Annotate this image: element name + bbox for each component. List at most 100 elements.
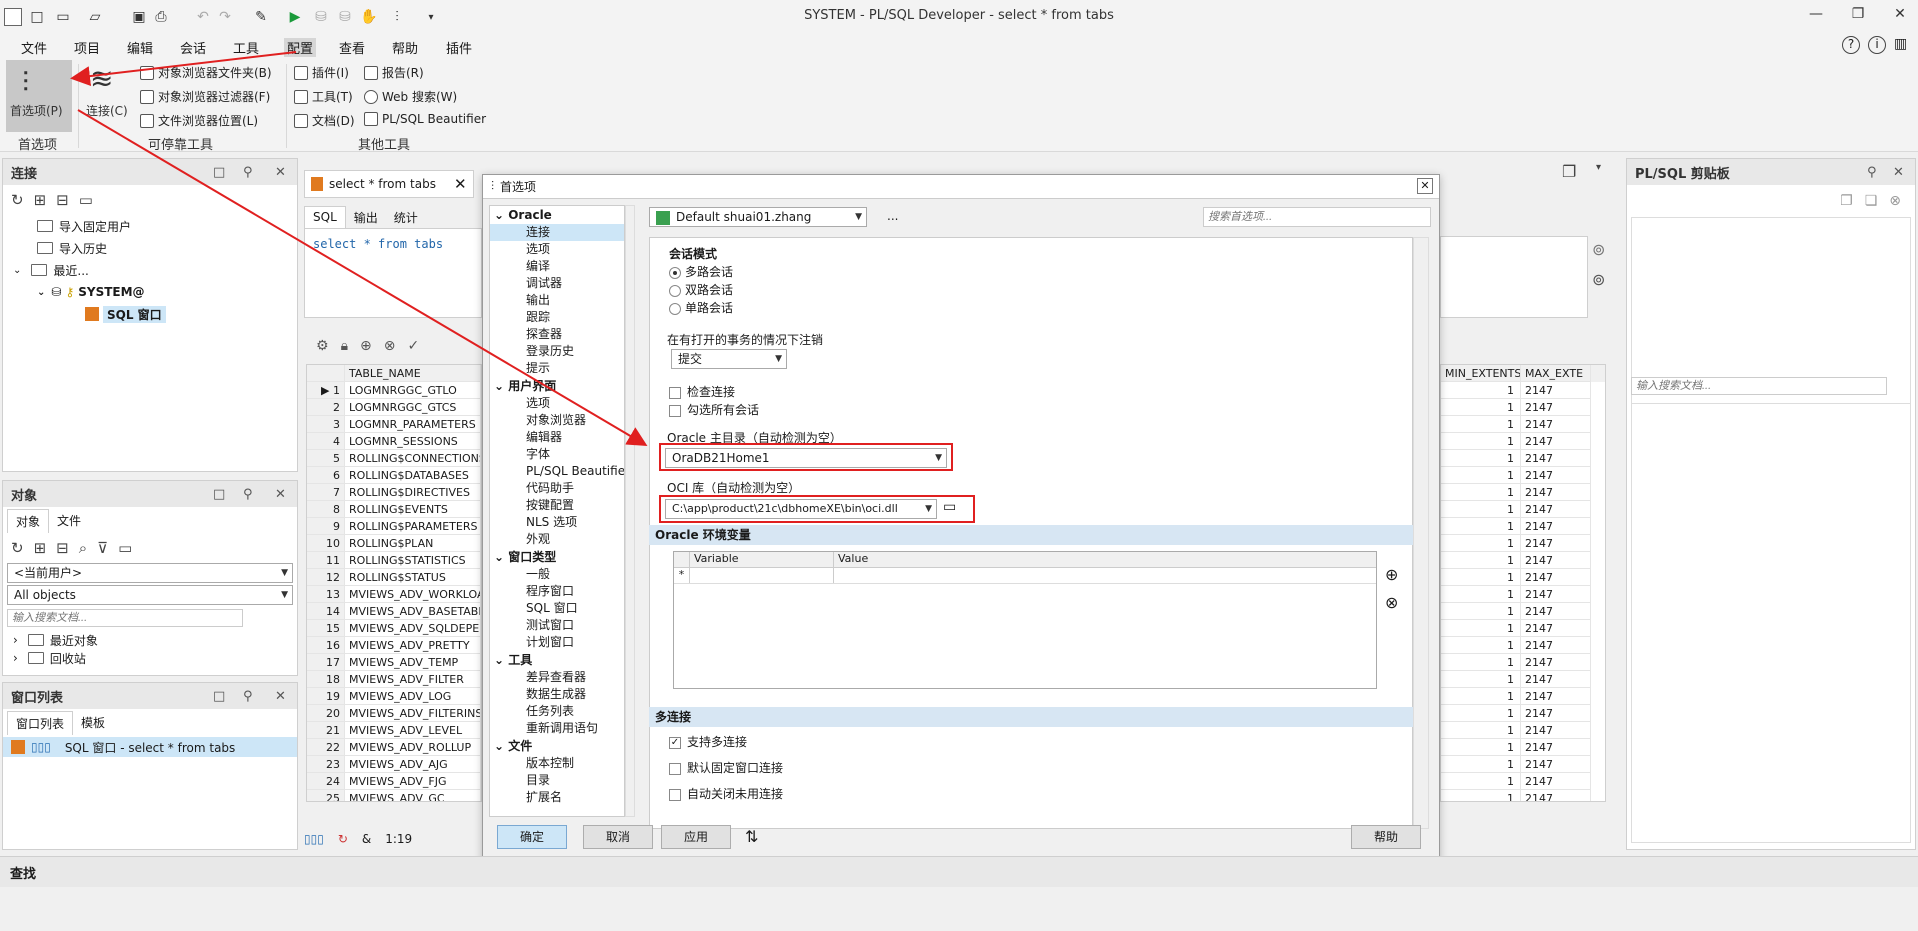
close-icon[interactable]: ✕ xyxy=(275,165,286,180)
table-row[interactable]: 6 ROLLING$DATABASES xyxy=(307,467,481,484)
min-extents-cell[interactable]: 1 xyxy=(1441,569,1521,586)
tree-item[interactable]: 重新调用语句 xyxy=(490,720,624,737)
table-name-cell[interactable]: ROLLING$DATABASES xyxy=(345,467,481,484)
remove-circle-icon[interactable]: ⊗ xyxy=(1385,593,1398,612)
table-row[interactable]: 8 ROLLING$EVENTS xyxy=(307,501,481,518)
menu-tools[interactable]: 工具 xyxy=(233,38,259,57)
tree-item[interactable]: 编辑器 xyxy=(490,429,624,446)
add-icon[interactable]: ⊞ xyxy=(34,191,47,209)
table-row[interactable]: ▶ 1 LOGMNRGGC_GTLO xyxy=(307,382,481,399)
table-row[interactable]: 1 2147 xyxy=(1441,552,1605,569)
table-row[interactable]: 1 2147 xyxy=(1441,739,1605,756)
table-row[interactable]: 1 2147 xyxy=(1441,671,1605,688)
table-name-cell[interactable]: MVIEWS_ADV_AJG xyxy=(345,756,481,773)
table-name-cell[interactable]: LOGMNR_PARAMETERS xyxy=(345,416,481,433)
tree-item[interactable]: 编译 xyxy=(490,258,624,275)
min-extents-cell[interactable]: 1 xyxy=(1441,399,1521,416)
table-name-cell[interactable]: ROLLING$STATISTICS xyxy=(345,552,481,569)
value-cell[interactable] xyxy=(834,568,1376,583)
table-row[interactable]: 2 LOGMNRGGC_GTCS xyxy=(307,399,481,416)
env-grid-row[interactable]: * xyxy=(674,568,1376,584)
reports-item[interactable]: 报告(R) xyxy=(364,64,424,81)
table-row[interactable]: 1 2147 xyxy=(1441,637,1605,654)
max-extents-cell[interactable]: 2147 xyxy=(1521,773,1591,790)
chevron-down-icon[interactable]: ⌄ xyxy=(13,265,21,276)
table-row[interactable]: 20 MVIEWS_ADV_FILTERINST xyxy=(307,705,481,722)
layers-icon[interactable]: ≋ xyxy=(90,62,113,95)
tree-section[interactable]: ⌄ Oracle xyxy=(490,206,624,224)
tab-objects[interactable]: 对象 xyxy=(7,509,50,533)
user-select[interactable]: <当前用户> ▼ xyxy=(7,563,293,583)
min-extents-cell[interactable]: 1 xyxy=(1441,535,1521,552)
delete-row-icon[interactable]: ⊗ xyxy=(384,338,396,354)
copy-icon[interactable]: ❐ xyxy=(1840,193,1853,209)
table-row[interactable]: 1 2147 xyxy=(1441,688,1605,705)
table-row[interactable]: 10 ROLLING$PLAN xyxy=(307,535,481,552)
table-name-cell[interactable]: MVIEWS_ADV_GC xyxy=(345,790,481,801)
max-extents-cell[interactable]: 2147 xyxy=(1521,671,1591,688)
sql-editor[interactable]: select * from tabs xyxy=(304,228,482,318)
check-icon[interactable]: ✓ xyxy=(407,338,419,354)
check-all-sessions-checkbox[interactable]: 勾选所有会话 xyxy=(669,401,759,418)
column-variable[interactable]: Variable xyxy=(690,552,834,567)
table-name-cell[interactable]: LOGMNR_SESSIONS xyxy=(345,433,481,450)
tree-item[interactable]: 连接 xyxy=(490,224,624,241)
max-extents-cell[interactable]: 2147 xyxy=(1521,705,1591,722)
maximize-icon[interactable]: □ xyxy=(213,689,225,704)
table-row[interactable]: 17 MVIEWS_ADV_TEMP xyxy=(307,654,481,671)
tree-item[interactable]: 登录历史 xyxy=(490,343,624,360)
add-row-icon[interactable]: ⊕ xyxy=(360,338,372,354)
tab-templates[interactable]: 模板 xyxy=(73,711,113,735)
binoculars-icon[interactable]: ⌕ xyxy=(79,539,87,557)
maximize-icon[interactable]: □ xyxy=(213,165,225,180)
min-extents-cell[interactable]: 1 xyxy=(1441,671,1521,688)
column-header-max-extents[interactable]: MAX_EXTE xyxy=(1521,365,1591,382)
tree-item[interactable]: 计划窗口 xyxy=(490,634,624,651)
min-extents-cell[interactable]: 1 xyxy=(1441,705,1521,722)
min-extents-cell[interactable]: 1 xyxy=(1441,722,1521,739)
tree-item[interactable]: 选项 xyxy=(490,241,624,258)
tree-item-system[interactable]: ⌄ ⛁ ⚷ SYSTEM@ xyxy=(3,281,297,303)
min-extents-cell[interactable]: 1 xyxy=(1441,620,1521,637)
table-row[interactable]: 16 MVIEWS_ADV_PRETTY xyxy=(307,637,481,654)
table-row[interactable]: 1 2147 xyxy=(1441,399,1605,416)
table-name-cell[interactable]: ROLLING$DIRECTIVES xyxy=(345,484,481,501)
table-row[interactable]: 15 MVIEWS_ADV_SQLDEPEN xyxy=(307,620,481,637)
close-icon[interactable]: ✕ xyxy=(454,175,467,193)
pin-icon[interactable]: ⚲ xyxy=(243,689,253,704)
window-switch-icon[interactable]: ❐ xyxy=(1562,162,1576,181)
table-row[interactable]: 1 2147 xyxy=(1441,450,1605,467)
pin-icon[interactable]: ⚲ xyxy=(1867,165,1877,180)
table-row[interactable]: 1 2147 xyxy=(1441,382,1605,399)
sql-editor-right[interactable] xyxy=(1440,236,1588,318)
min-extents-cell[interactable]: 1 xyxy=(1441,518,1521,535)
close-icon[interactable]: ✕ xyxy=(1893,165,1904,180)
tree-item[interactable]: 外观 xyxy=(490,531,624,548)
table-row[interactable]: 1 2147 xyxy=(1441,654,1605,671)
table-name-cell[interactable]: ROLLING$PLAN xyxy=(345,535,481,552)
max-extents-cell[interactable]: 2147 xyxy=(1521,654,1591,671)
min-extents-cell[interactable]: 1 xyxy=(1441,433,1521,450)
help-button[interactable]: 帮助 xyxy=(1351,825,1421,849)
tree-item[interactable]: 字体 xyxy=(490,446,624,463)
commit-select[interactable]: 提交 ▼ xyxy=(671,349,787,369)
min-extents-cell[interactable]: 1 xyxy=(1441,450,1521,467)
table-name-cell[interactable]: MVIEWS_ADV_BASETABLE xyxy=(345,603,481,620)
table-row[interactable]: 3 LOGMNR_PARAMETERS xyxy=(307,416,481,433)
table-name-cell[interactable]: MVIEWS_ADV_PRETTY xyxy=(345,637,481,654)
chevron-down-icon[interactable]: ⌄ xyxy=(37,287,45,298)
refresh-icon[interactable]: ↻ xyxy=(338,832,348,846)
max-extents-cell[interactable]: 2147 xyxy=(1521,518,1591,535)
tree-item[interactable]: 任务列表 xyxy=(490,703,624,720)
min-extents-cell[interactable]: 1 xyxy=(1441,688,1521,705)
max-extents-cell[interactable]: 2147 xyxy=(1521,790,1591,801)
tree-item[interactable]: 目录 xyxy=(490,772,624,789)
variable-cell[interactable] xyxy=(690,568,834,583)
menu-session[interactable]: 会话 xyxy=(180,38,206,57)
minimize-button[interactable]: — xyxy=(1800,6,1832,28)
table-name-cell[interactable]: MVIEWS_ADV_FILTERINST xyxy=(345,705,481,722)
table-row[interactable]: 11 ROLLING$STATISTICS xyxy=(307,552,481,569)
radio-single-session[interactable]: 单路会话 xyxy=(669,299,733,316)
radio-dual-session[interactable]: 双路会话 xyxy=(669,281,733,298)
radio-multi-session[interactable]: 多路会话 xyxy=(669,263,733,280)
